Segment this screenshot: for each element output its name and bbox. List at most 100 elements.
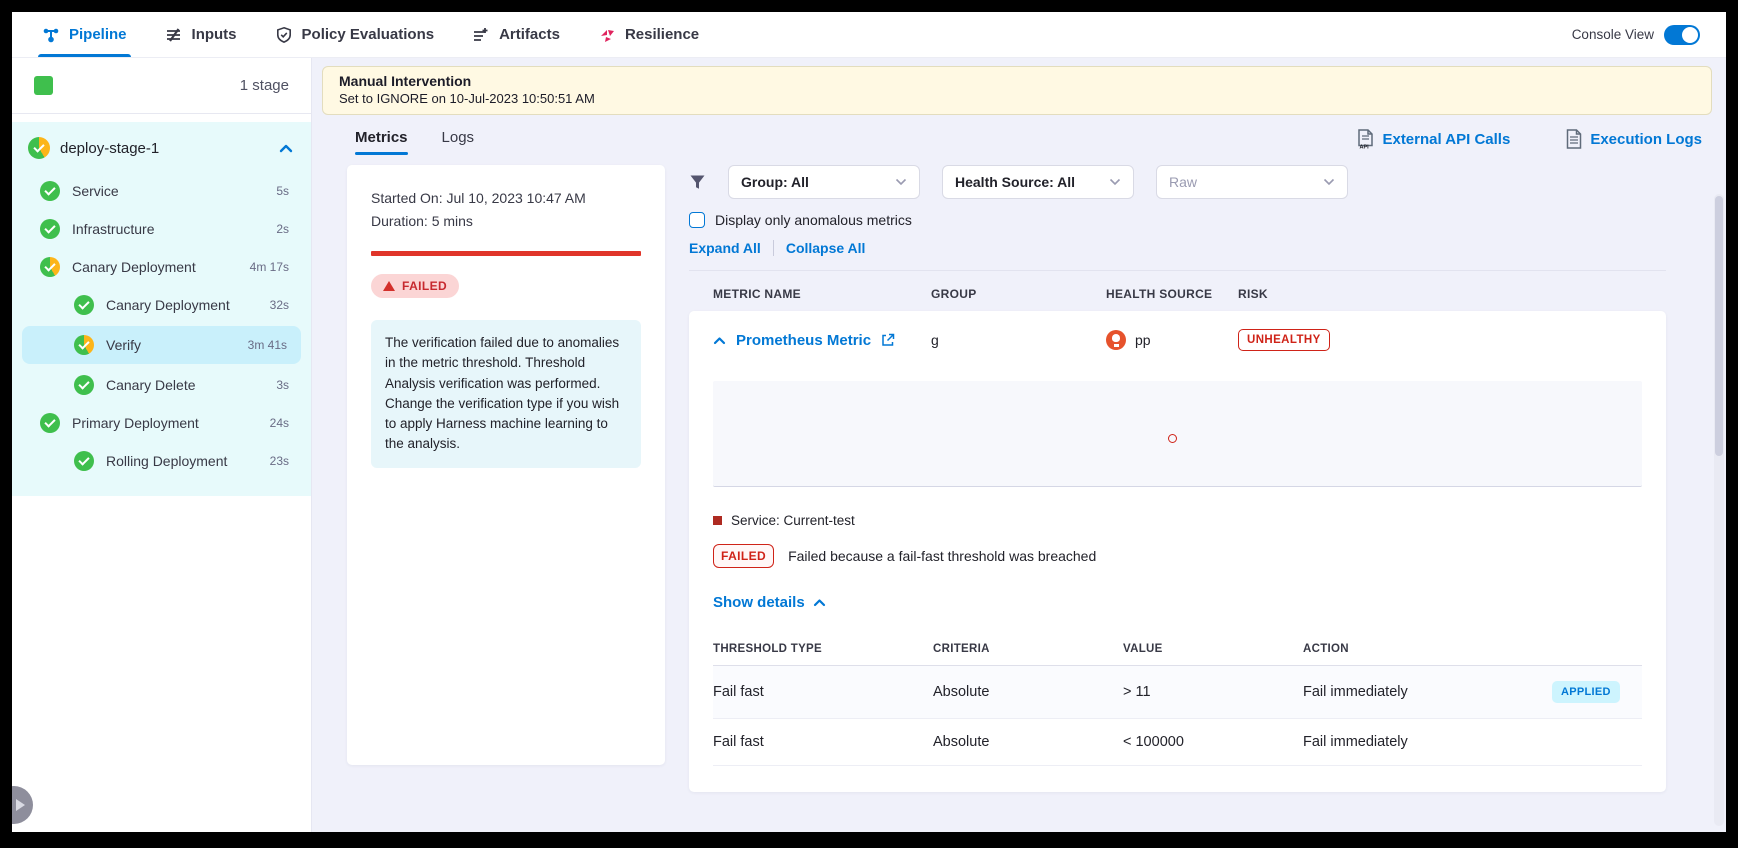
step-duration: 3m 41s [248,338,287,352]
manual-intervention-banner: Manual Intervention Set to IGNORE on 10-… [322,66,1712,115]
threshold-value: > 11 [1123,684,1303,700]
sidebar-step[interactable]: Verify 3m 41s [22,326,301,364]
nav-tab-inputs[interactable]: Inputs [165,12,237,57]
sidebar-step[interactable]: Canary Deployment32s [12,286,311,324]
chevron-down-icon [895,178,907,186]
failed-status-badge: FAILED [371,274,459,298]
top-navbar: Pipeline Inputs Policy Evaluations Artif… [12,12,1726,58]
anomalous-metrics-checkbox[interactable] [689,212,705,228]
nav-tab-label: Inputs [192,26,237,43]
metric-chart [713,381,1642,487]
stage-status-square-icon [34,76,53,95]
execution-logs-link[interactable]: Execution Logs [1566,129,1702,149]
shield-check-icon [275,26,293,44]
column-header: VALUE [1123,643,1303,655]
step-label: Service [72,183,119,199]
stage-group-name: deploy-stage-1 [60,140,159,157]
warning-triangle-icon [383,281,395,291]
external-api-calls-link[interactable]: API External API Calls [1357,129,1510,149]
column-header: METRIC NAME [713,287,931,301]
resilience-icon [598,26,616,44]
column-header: RISK [1238,287,1666,301]
console-view-toggle[interactable] [1664,25,1700,45]
fail-reason-text: Failed because a fail-fast threshold was… [788,548,1096,564]
failed-progress-bar [371,251,641,256]
pipeline-icon [42,26,60,44]
threshold-type: Fail fast [713,684,933,700]
metric-group-value: g [931,332,1106,348]
anomalous-data-point[interactable] [1168,434,1177,443]
scrollbar-thumb[interactable] [1715,196,1723,456]
chevron-down-icon [1109,178,1121,186]
sidebar-step[interactable]: Infrastructure2s [12,210,311,248]
threshold-row: Fail fastAbsolute< 100000Fail immediatel… [713,719,1642,766]
banner-subtitle: Set to IGNORE on 10-Jul-2023 10:50:51 AM [339,91,1695,106]
step-duration: 5s [276,184,289,198]
nav-tab-label: Artifacts [499,26,560,43]
tab-metrics[interactable]: Metrics [355,129,408,155]
prometheus-icon [1106,330,1126,350]
scrollbar[interactable] [1714,194,1724,826]
step-duration: 24s [270,416,289,430]
api-document-icon: API [1357,129,1374,149]
duration-text: Duration: 5 mins [371,210,641,233]
threshold-row: Fail fastAbsolute> 11Fail immediatelyAPP… [713,666,1642,719]
success-status-icon [40,181,60,201]
nav-tab-label: Policy Evaluations [302,26,435,43]
success-status-icon [74,451,94,471]
console-expand-button[interactable] [12,786,33,824]
column-header: THRESHOLD TYPE [713,643,933,655]
stage-panel: deploy-stage-1 Service 5s Infrastructure2s… [12,122,311,496]
console-view-label: Console View [1572,27,1654,42]
sidebar-step[interactable]: Service 5s [12,172,311,210]
sidebar-step[interactable]: Primary Deployment 24s [12,404,311,442]
chevron-up-icon[interactable] [279,144,293,153]
health-source-filter-select[interactable]: Health Source: All [942,165,1134,199]
success-status-icon [40,413,60,433]
collapse-row-chevron-icon[interactable] [713,336,726,345]
banner-title: Manual Intervention [339,73,1695,89]
document-icon [1566,129,1582,149]
show-details-link[interactable]: Show details [713,594,1642,611]
step-duration: 3s [276,378,289,392]
filter-funnel-icon[interactable] [689,174,706,191]
chart-legend: Service: Current-test [713,513,1642,528]
column-header: CRITERIA [933,643,1123,655]
nav-tab-resilience[interactable]: Resilience [598,12,699,57]
health-source-value: pp [1135,332,1151,348]
sidebar-step[interactable]: Canary Deployment4m 17s [12,248,311,286]
tab-logs[interactable]: Logs [442,129,475,155]
legend-label: Service: Current-test [731,513,855,528]
external-link-icon[interactable] [881,333,895,347]
applied-badge: APPLIED [1552,681,1620,703]
raw-filter-select[interactable]: Raw [1156,165,1348,199]
metrics-table-header: METRIC NAME GROUP HEALTH SOURCE RISK [689,271,1666,311]
metric-detail-card: Prometheus Metric g pp UNHEALTHY [689,311,1666,792]
expand-all-link[interactable]: Expand All [689,240,761,256]
stage-count: 1 stage [240,77,289,94]
threshold-type: Fail fast [713,734,933,750]
sidebar-step[interactable]: Canary Delete 3s [12,366,311,404]
step-label: Canary Delete [106,377,196,393]
metrics-logs-tabs: Metrics Logs API External API Calls Exec… [322,129,1712,155]
sidebar-step[interactable]: Rolling Deployment23s [12,442,311,480]
step-duration: 2s [276,222,289,236]
step-list: Service5sInfrastructure2sCanary Deployme… [12,172,311,480]
metric-row: Prometheus Metric g pp UNHEALTHY [689,311,1666,365]
stage-group-header[interactable]: deploy-stage-1 [12,122,311,172]
step-label: Canary Deployment [106,297,230,313]
metric-name-link[interactable]: Prometheus Metric [736,332,871,349]
step-label: Verify [106,337,141,353]
step-label: Primary Deployment [72,415,199,431]
nav-tab-artifacts[interactable]: Artifacts [472,12,560,57]
nav-tab-policy-evaluations[interactable]: Policy Evaluations [275,12,435,57]
group-filter-select[interactable]: Group: All [728,165,920,199]
main-panel: Manual Intervention Set to IGNORE on 10-… [312,58,1726,832]
anomalous-metrics-label: Display only anomalous metrics [715,212,912,228]
verification-summary-card: Started On: Jul 10, 2023 10:47 AM Durati… [347,165,665,765]
stage-summary: 1 stage [12,58,311,114]
nav-tab-pipeline[interactable]: Pipeline [42,12,127,57]
collapse-all-link[interactable]: Collapse All [786,240,866,256]
step-duration: 23s [270,454,289,468]
warning-status-icon [74,335,94,355]
